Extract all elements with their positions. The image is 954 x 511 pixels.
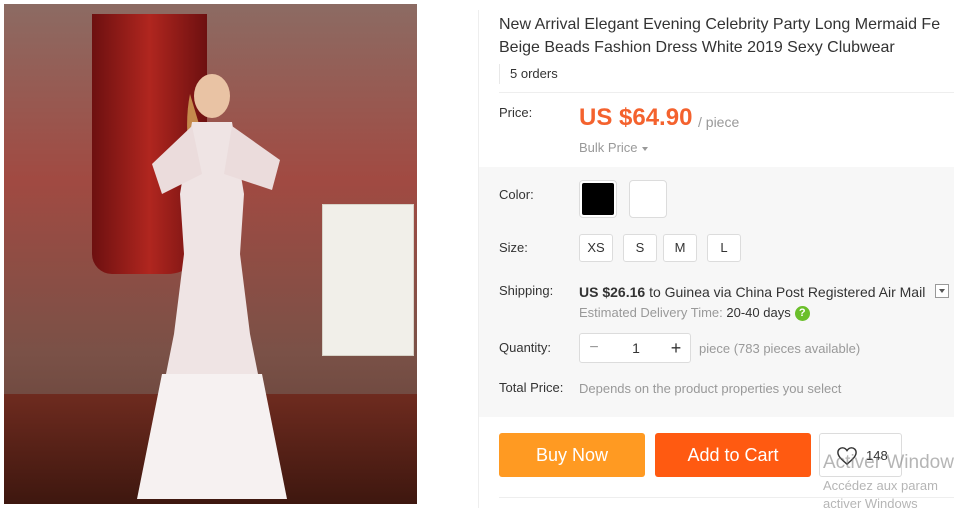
estimated-delivery-label: Estimated Delivery Time: — [579, 305, 723, 320]
quantity-increase-button[interactable]: + — [662, 334, 690, 362]
price-value: US $64.90 — [579, 104, 693, 131]
product-title-line2: Beige Beads Fashion Dress White 2019 Sex… — [499, 39, 895, 56]
color-label: Color: — [499, 187, 534, 202]
color-swatch-fill — [632, 183, 664, 215]
bulk-price-toggle[interactable]: Bulk Price — [579, 140, 648, 155]
orders-count: 5 orders — [499, 64, 558, 84]
quantity-stepper: − 1 + — [579, 333, 691, 363]
estimated-delivery-days: 20-40 days — [726, 305, 791, 320]
add-to-cart-button[interactable]: Add to Cart — [655, 433, 811, 477]
windows-activation-watermark: Accédez aux param — [823, 478, 938, 493]
product-title-line1: New Arrival Elegant Evening Celebrity Pa… — [499, 16, 941, 33]
estimated-delivery: Estimated Delivery Time: 20-40 days? — [579, 305, 810, 322]
total-price-label: Total Price: — [499, 380, 564, 395]
shipping-label: Shipping: — [499, 283, 554, 298]
size-option-s[interactable]: S — [623, 234, 657, 262]
price-unit: / piece — [698, 114, 740, 130]
help-icon[interactable]: ? — [794, 306, 810, 322]
shipping-dropdown-icon[interactable] — [935, 284, 949, 298]
quantity-input[interactable]: 1 — [608, 334, 664, 362]
color-swatch-black[interactable] — [579, 180, 617, 218]
bulk-price-label: Bulk Price — [579, 140, 638, 155]
quantity-decrease-button[interactable]: − — [580, 334, 608, 362]
product-image[interactable] — [4, 4, 417, 504]
shipping-method[interactable]: US $26.16 to Guinea via China Post Regis… — [579, 284, 925, 300]
buy-now-button[interactable]: Buy Now — [499, 433, 645, 477]
shipping-destination: to Guinea via China Post Registered Air … — [649, 284, 926, 300]
caret-down-icon — [641, 146, 648, 151]
windows-activation-watermark: activer Windows — [823, 496, 918, 511]
divider — [499, 92, 954, 93]
price-label: Price: — [499, 105, 533, 120]
size-option-xs[interactable]: XS — [579, 234, 613, 262]
size-option-m[interactable]: M — [663, 234, 697, 262]
size-label: Size: — [499, 240, 528, 255]
quantity-available: piece (783 pieces available) — [699, 341, 861, 356]
size-option-l[interactable]: L — [707, 234, 741, 262]
color-swatch-fill — [582, 183, 614, 215]
color-swatch-white[interactable] — [629, 180, 667, 218]
total-price-text: Depends on the product properties you se… — [579, 381, 842, 396]
quantity-label: Quantity: — [499, 340, 552, 355]
windows-activation-watermark: Activer Window — [823, 452, 954, 473]
shipping-cost: US $26.16 — [579, 284, 646, 300]
dress-figure — [137, 74, 287, 499]
product-title: New Arrival Elegant Evening Celebrity Pa… — [499, 13, 954, 59]
background-cabinet — [322, 204, 414, 356]
